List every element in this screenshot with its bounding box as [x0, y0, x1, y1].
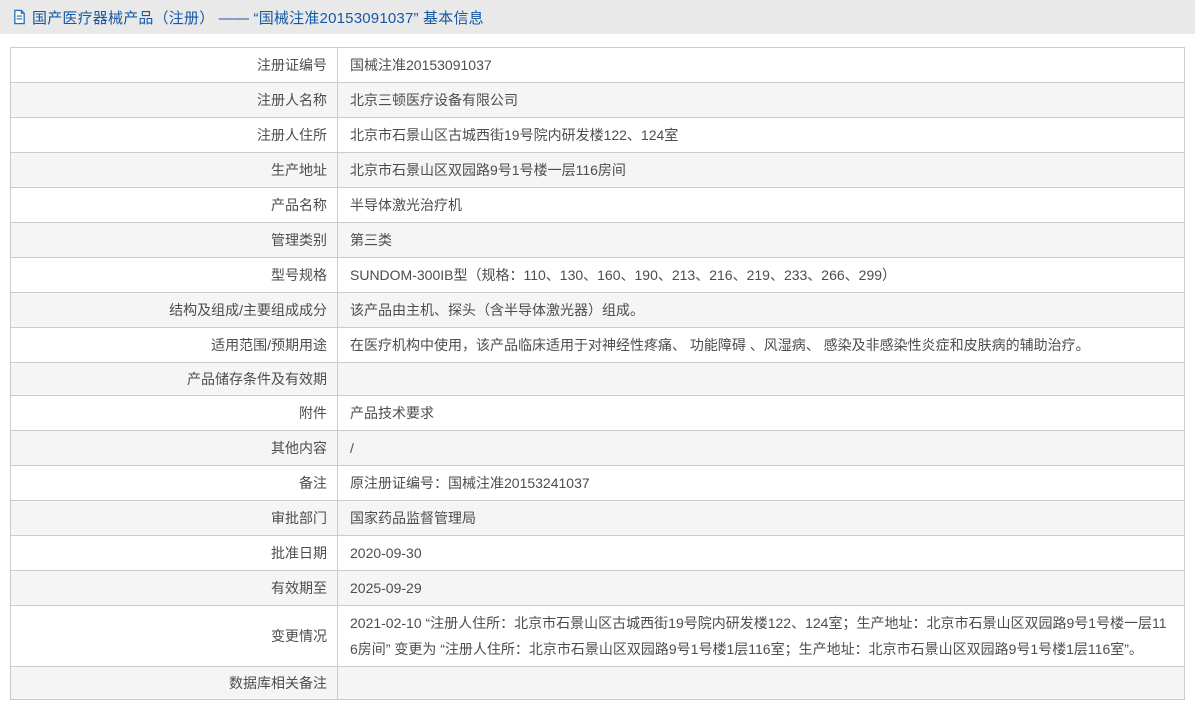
row-value: 北京三顿医疗设备有限公司 — [337, 82, 1185, 118]
row-value: 产品技术要求 — [337, 395, 1185, 431]
table-row: 产品储存条件及有效期 — [10, 362, 1185, 396]
row-label: 产品储存条件及有效期 — [10, 362, 338, 396]
row-value: 在医疗机构中使用，该产品临床适用于对神经性疼痛、 功能障碍 、风湿病、 感染及非… — [337, 327, 1185, 363]
table-row: 产品名称 半导体激光治疗机 — [10, 187, 1185, 223]
table-row: 注册人名称 北京三顿医疗设备有限公司 — [10, 82, 1185, 118]
row-value: 第三类 — [337, 222, 1185, 258]
row-value: 北京市石景山区古城西街19号院内研发楼122、124室 — [337, 117, 1185, 153]
table-row: 适用范围/预期用途 在医疗机构中使用，该产品临床适用于对神经性疼痛、 功能障碍 … — [10, 327, 1185, 363]
table-row: 备注 原注册证编号：国械注准20153241037 — [10, 465, 1185, 501]
row-label: 注册证编号 — [10, 47, 338, 83]
row-label: 产品名称 — [10, 187, 338, 223]
row-value: SUNDOM-300IB型（规格：110、130、160、190、213、216… — [337, 257, 1185, 293]
row-label: 变更情况 — [10, 605, 338, 667]
row-value: 北京市石景山区双园路9号1号楼一层116房间 — [337, 152, 1185, 188]
row-label: 批准日期 — [10, 535, 338, 571]
table-row: 结构及组成/主要组成成分 该产品由主机、探头（含半导体激光器）组成。 — [10, 292, 1185, 328]
row-value: 半导体激光治疗机 — [337, 187, 1185, 223]
row-label: 其他内容 — [10, 430, 338, 466]
row-value: / — [337, 430, 1185, 466]
table-row: 其他内容 / — [10, 430, 1185, 466]
row-value — [337, 362, 1185, 396]
page-header: 国产医疗器械产品（注册） —— “国械注准20153091037” 基本信息 — [0, 0, 1195, 34]
row-label: 生产地址 — [10, 152, 338, 188]
row-value: 2020-09-30 — [337, 535, 1185, 571]
table-row: 型号规格 SUNDOM-300IB型（规格：110、130、160、190、21… — [10, 257, 1185, 293]
page-title: 国产医疗器械产品（注册） —— “国械注准20153091037” 基本信息 — [32, 9, 484, 27]
row-label: 数据库相关备注 — [10, 666, 338, 700]
document-icon — [12, 9, 27, 25]
table-row: 注册证编号 国械注准20153091037 — [10, 47, 1185, 83]
row-value: 2021-02-10 “注册人住所：北京市石景山区古城西街19号院内研发楼122… — [337, 605, 1185, 667]
table-row: 数据库相关备注 — [10, 666, 1185, 700]
row-label: 附件 — [10, 395, 338, 431]
table-row: 有效期至 2025-09-29 — [10, 570, 1185, 606]
table-row: 变更情况 2021-02-10 “注册人住所：北京市石景山区古城西街19号院内研… — [10, 605, 1185, 667]
row-value: 原注册证编号：国械注准20153241037 — [337, 465, 1185, 501]
row-value: 2025-09-29 — [337, 570, 1185, 606]
table-row: 注册人住所 北京市石景山区古城西街19号院内研发楼122、124室 — [10, 117, 1185, 153]
table-row: 附件 产品技术要求 — [10, 395, 1185, 431]
row-label: 管理类别 — [10, 222, 338, 258]
table-row: 审批部门 国家药品监督管理局 — [10, 500, 1185, 536]
table-row: 管理类别 第三类 — [10, 222, 1185, 258]
row-value: 国械注准20153091037 — [337, 47, 1185, 83]
row-label: 注册人名称 — [10, 82, 338, 118]
row-label: 注册人住所 — [10, 117, 338, 153]
row-value — [337, 666, 1185, 700]
row-value: 国家药品监督管理局 — [337, 500, 1185, 536]
row-label: 审批部门 — [10, 500, 338, 536]
row-label: 适用范围/预期用途 — [10, 327, 338, 363]
row-label: 备注 — [10, 465, 338, 501]
table-row: 批准日期 2020-09-30 — [10, 535, 1185, 571]
row-label: 有效期至 — [10, 570, 338, 606]
registration-info-table: 注册证编号 国械注准20153091037 注册人名称 北京三顿医疗设备有限公司… — [10, 47, 1185, 700]
row-value: 该产品由主机、探头（含半导体激光器）组成。 — [337, 292, 1185, 328]
table-row: 生产地址 北京市石景山区双园路9号1号楼一层116房间 — [10, 152, 1185, 188]
row-label: 型号规格 — [10, 257, 338, 293]
row-label: 结构及组成/主要组成成分 — [10, 292, 338, 328]
